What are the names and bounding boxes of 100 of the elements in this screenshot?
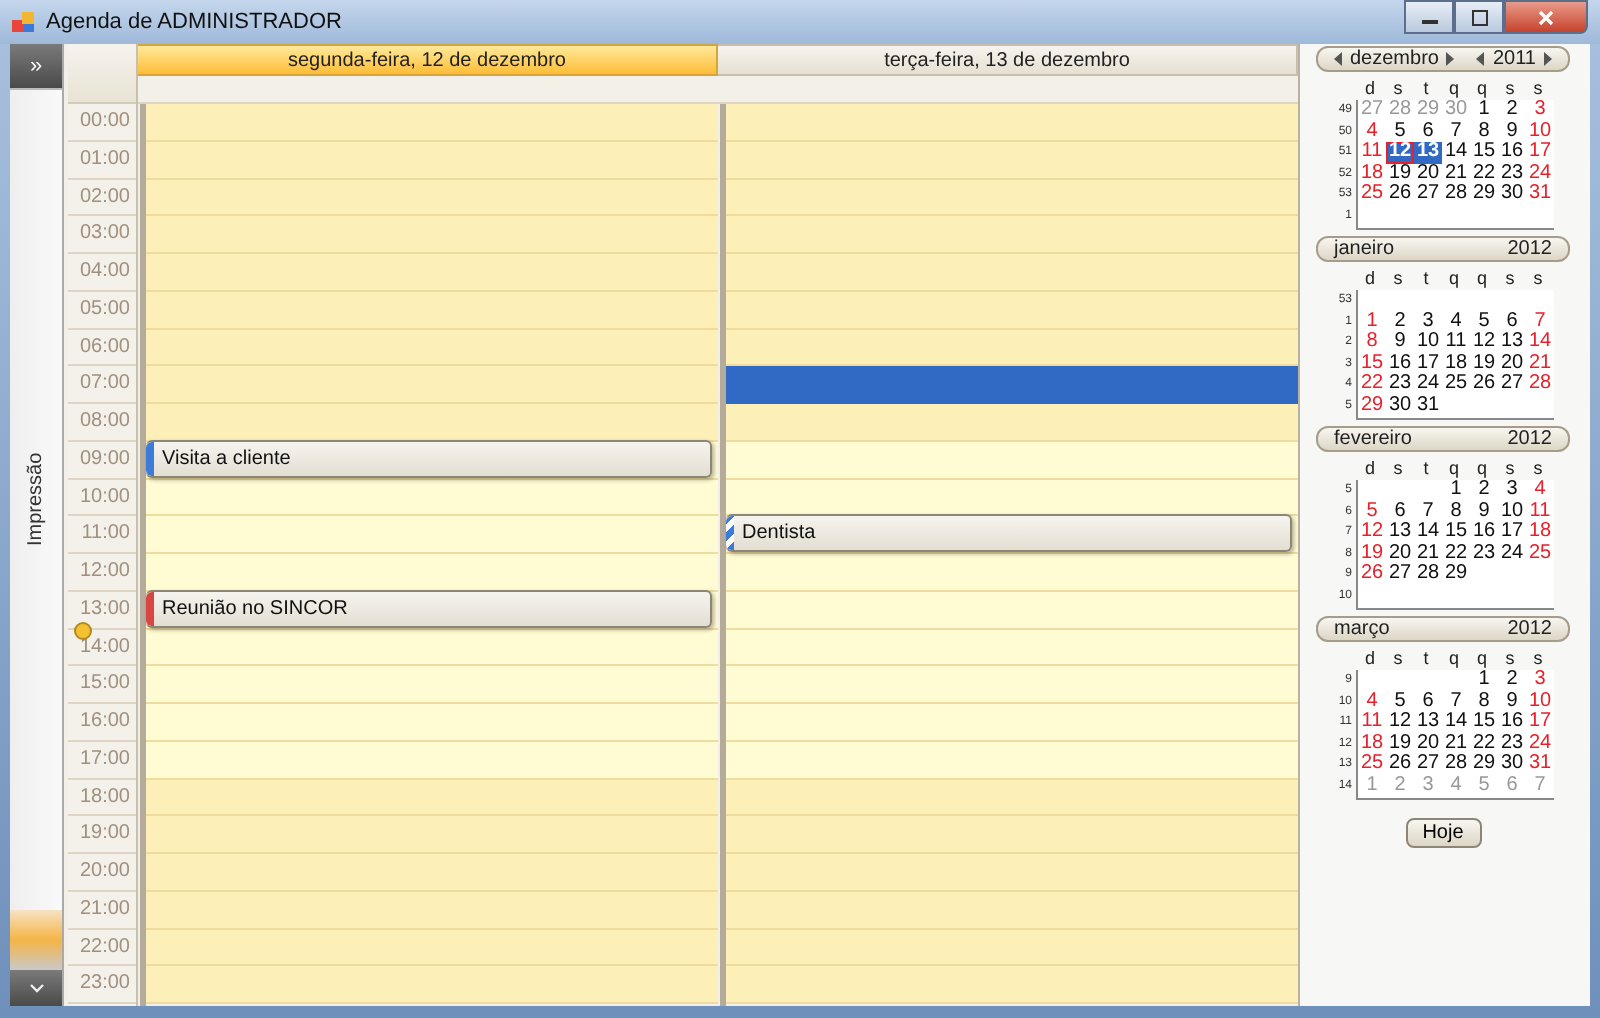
- calendar-day[interactable]: 23: [1498, 733, 1526, 755]
- calendar-day[interactable]: 4: [1358, 121, 1386, 143]
- calendar-day[interactable]: 25: [1358, 184, 1386, 206]
- day-header[interactable]: segunda-feira, 12 de dezembro: [138, 44, 718, 76]
- calendar-day[interactable]: 6: [1386, 501, 1414, 523]
- calendar-day[interactable]: 29: [1358, 395, 1386, 418]
- calendar-day[interactable]: 9: [1386, 332, 1414, 354]
- calendar-day[interactable]: 17: [1526, 712, 1554, 734]
- calendar-day[interactable]: 7: [1442, 121, 1470, 143]
- calendar-day[interactable]: 5: [1358, 501, 1386, 523]
- calendar-day[interactable]: 13: [1414, 142, 1442, 164]
- calendar-day[interactable]: 27: [1386, 564, 1414, 586]
- calendar-day[interactable]: 26: [1358, 564, 1386, 586]
- previous-month-icon[interactable]: [1334, 52, 1342, 66]
- calendar-day[interactable]: 14: [1442, 142, 1470, 164]
- calendar-day[interactable]: 22: [1470, 733, 1498, 755]
- calendar-day[interactable]: 18: [1358, 163, 1386, 185]
- calendar-day[interactable]: 15: [1358, 353, 1386, 375]
- calendar-day[interactable]: 2: [1498, 670, 1526, 692]
- calendar-day[interactable]: 11: [1442, 332, 1470, 354]
- calendar-day[interactable]: 14: [1414, 522, 1442, 544]
- calendar-day[interactable]: 8: [1470, 691, 1498, 713]
- calendar-day[interactable]: 10: [1414, 332, 1442, 354]
- today-button[interactable]: Hoje: [1405, 818, 1481, 848]
- calendar-day[interactable]: 6: [1414, 121, 1442, 143]
- calendar-day[interactable]: 16: [1498, 712, 1526, 734]
- calendar-day[interactable]: 30: [1386, 395, 1414, 418]
- next-month-icon[interactable]: [1446, 52, 1455, 66]
- calendar-day[interactable]: 17: [1498, 522, 1526, 544]
- calendar-day[interactable]: 17: [1414, 353, 1442, 375]
- close-button[interactable]: [1504, 0, 1588, 34]
- calendar-day[interactable]: 26: [1470, 374, 1498, 396]
- calendar-day[interactable]: 17: [1526, 142, 1554, 164]
- calendar-day[interactable]: 4: [1358, 691, 1386, 713]
- calendar-day[interactable]: 13: [1414, 712, 1442, 734]
- calendar-day[interactable]: 16: [1498, 142, 1526, 164]
- calendar-day[interactable]: 7: [1526, 311, 1554, 333]
- calendar-day[interactable]: 27: [1498, 374, 1526, 396]
- calendar-day[interactable]: 12: [1470, 332, 1498, 354]
- calendar-day[interactable]: 4: [1442, 311, 1470, 333]
- calendar-day[interactable]: 27: [1414, 754, 1442, 776]
- calendar-day[interactable]: 18: [1526, 522, 1554, 544]
- calendar-day[interactable]: 21: [1414, 543, 1442, 565]
- minimize-button[interactable]: [1404, 0, 1454, 34]
- calendar-day[interactable]: 10: [1526, 691, 1554, 713]
- calendar-day[interactable]: 6: [1498, 311, 1526, 333]
- calendar-day[interactable]: 18: [1442, 353, 1470, 375]
- calendar-day[interactable]: 30: [1498, 184, 1526, 206]
- calendar-day[interactable]: 3: [1498, 480, 1526, 502]
- calendar-day[interactable]: 8: [1470, 121, 1498, 143]
- calendar-day[interactable]: 3: [1414, 311, 1442, 333]
- calendar-day[interactable]: 2: [1470, 480, 1498, 502]
- calendar-day[interactable]: 19: [1386, 163, 1414, 185]
- calendar-day[interactable]: 12: [1358, 522, 1386, 544]
- calendar-day[interactable]: 15: [1470, 142, 1498, 164]
- calendar-day[interactable]: 22: [1442, 543, 1470, 565]
- calendar-day[interactable]: 23: [1498, 163, 1526, 185]
- calendar-day[interactable]: 1: [1442, 480, 1470, 502]
- calendar-day[interactable]: 22: [1358, 374, 1386, 396]
- calendar-day[interactable]: 1: [1358, 311, 1386, 333]
- calendar-day[interactable]: 21: [1526, 353, 1554, 375]
- calendar-day[interactable]: 11: [1526, 501, 1554, 523]
- calendar-day[interactable]: 6: [1414, 691, 1442, 713]
- calendar-day[interactable]: 12: [1386, 712, 1414, 734]
- calendar-day[interactable]: 20: [1386, 543, 1414, 565]
- calendar-day[interactable]: 24: [1414, 374, 1442, 396]
- calendar-day[interactable]: 1: [1470, 670, 1498, 692]
- calendar-day[interactable]: 31: [1414, 395, 1442, 418]
- calendar-day[interactable]: 12: [1386, 142, 1414, 164]
- calendar-day[interactable]: 25: [1358, 754, 1386, 776]
- expand-button[interactable]: »: [10, 44, 62, 88]
- calendar-day[interactable]: 4: [1526, 480, 1554, 502]
- calendar-day[interactable]: 24: [1498, 543, 1526, 565]
- calendar-day[interactable]: 8: [1442, 501, 1470, 523]
- calendar-day[interactable]: 27: [1414, 184, 1442, 206]
- calendar-day[interactable]: 19: [1386, 733, 1414, 755]
- calendar-day[interactable]: 20: [1414, 733, 1442, 755]
- calendar-day[interactable]: 21: [1442, 733, 1470, 755]
- calendar-day[interactable]: 11: [1358, 712, 1386, 734]
- calendar-day[interactable]: 28: [1442, 754, 1470, 776]
- calendar-day[interactable]: 5: [1386, 121, 1414, 143]
- calendar-day[interactable]: 13: [1386, 522, 1414, 544]
- calendar-day[interactable]: 19: [1358, 543, 1386, 565]
- calendar-day[interactable]: 5: [1386, 691, 1414, 713]
- calendar-day[interactable]: 3: [1526, 670, 1554, 692]
- calendar-day[interactable]: 20: [1414, 163, 1442, 185]
- calendar-day[interactable]: 23: [1386, 374, 1414, 396]
- calendar-day[interactable]: 7: [1442, 691, 1470, 713]
- calendar-day[interactable]: 22: [1470, 163, 1498, 185]
- calendar-day[interactable]: 20: [1498, 353, 1526, 375]
- calendar-day[interactable]: 30: [1498, 754, 1526, 776]
- calendar-day[interactable]: 14: [1442, 712, 1470, 734]
- calendar-day[interactable]: 28: [1442, 184, 1470, 206]
- calendar-day[interactable]: 2: [1386, 311, 1414, 333]
- calendar-day[interactable]: 28: [1526, 374, 1554, 396]
- calendar-day[interactable]: 1: [1470, 100, 1498, 122]
- calendar-day[interactable]: 25: [1526, 543, 1554, 565]
- calendar-day[interactable]: 21: [1442, 163, 1470, 185]
- print-tab[interactable]: Impressão: [10, 88, 62, 910]
- maximize-button[interactable]: [1454, 0, 1504, 34]
